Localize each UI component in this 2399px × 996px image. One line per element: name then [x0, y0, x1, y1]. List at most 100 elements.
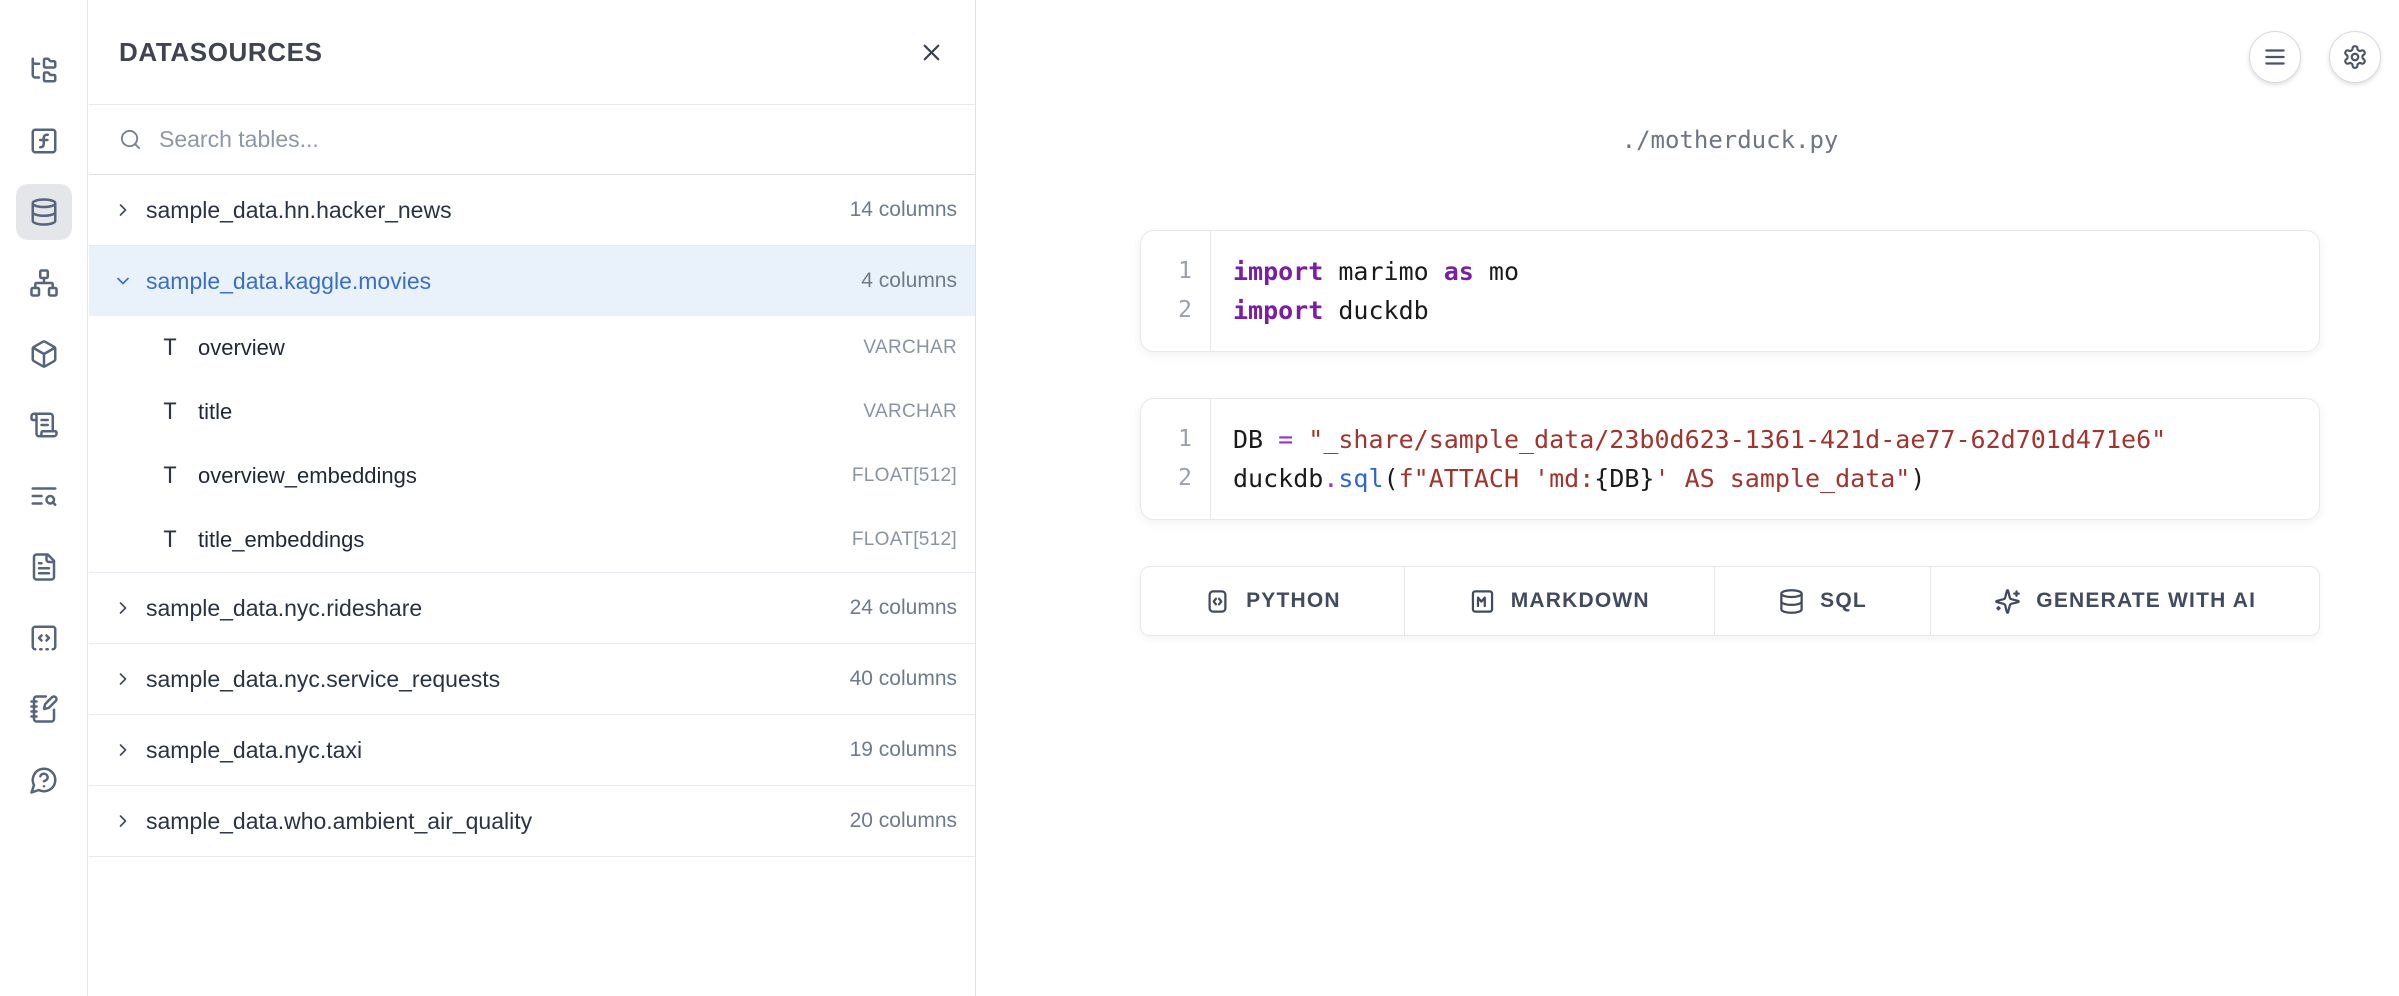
- table-name: sample_data.nyc.taxi: [146, 737, 837, 764]
- search-icon: [119, 128, 142, 151]
- column-name: title_embeddings: [198, 527, 835, 553]
- add-cell-button-label: MARKDOWN: [1511, 589, 1650, 613]
- notebook-filename: ./motherduck.py: [1140, 126, 2320, 154]
- close-icon[interactable]: [911, 32, 951, 72]
- column-type: VARCHAR: [863, 401, 957, 423]
- text-type-icon: T: [159, 400, 181, 425]
- code-line: DB = "_share/sample_data/23b0d623-1361-4…: [1233, 420, 2166, 459]
- line-number: 2: [1141, 291, 1192, 330]
- line-number: 2: [1141, 459, 1192, 498]
- table-row[interactable]: sample_data.nyc.taxi 19 columns: [89, 715, 975, 785]
- help-chat-icon[interactable]: [16, 752, 72, 808]
- chevron-right-icon: [113, 200, 133, 220]
- text-type-icon: T: [159, 336, 181, 361]
- column-type: VARCHAR: [863, 337, 957, 359]
- column-row[interactable]: Ttitle_embeddingsFLOAT[512]: [89, 508, 975, 572]
- column-row[interactable]: Ttitle VARCHAR: [89, 380, 975, 444]
- cell-gutter: 12: [1141, 399, 1211, 519]
- column-row[interactable]: Toverview VARCHAR: [89, 316, 975, 380]
- add-cell-button-label: GENERATE WITH AI: [2036, 589, 2256, 613]
- table-column-count: 14 columns: [850, 198, 957, 222]
- code-cell[interactable]: 12 DB = "_share/sample_data/23b0d623-1361…: [1140, 398, 2320, 520]
- python-code-icon: [1204, 588, 1231, 615]
- chevron-right-icon: [113, 598, 133, 618]
- sparkles-icon: [1994, 588, 2021, 615]
- markdown-icon: [1469, 588, 1496, 615]
- chevron-right-icon: [113, 811, 133, 831]
- cell-gutter: 12: [1141, 231, 1211, 351]
- table-name: sample_data.nyc.rideshare: [146, 595, 837, 622]
- menu-icon[interactable]: [2249, 31, 2301, 83]
- file-text-icon[interactable]: [16, 539, 72, 595]
- scroll-text-icon[interactable]: [16, 397, 72, 453]
- table-row[interactable]: sample_data.hn.hacker_news 14 columns: [89, 175, 975, 245]
- chevron-down-icon: [113, 271, 133, 291]
- scratchpad-icon[interactable]: [16, 681, 72, 737]
- add-cell-sql-button[interactable]: SQL: [1715, 567, 1932, 635]
- package-icon[interactable]: [16, 326, 72, 382]
- notebook-actions: [2249, 31, 2381, 83]
- table-name: sample_data.kaggle.movies: [146, 268, 848, 295]
- chevron-right-icon: [113, 598, 133, 618]
- chevron-right-icon: [113, 669, 133, 689]
- panel-title: DATASOURCES: [119, 37, 323, 68]
- table-row[interactable]: sample_data.nyc.service_requests 40 colum…: [89, 644, 975, 714]
- folder-tree-icon[interactable]: [16, 42, 72, 98]
- add-cell-generate-with-ai-button[interactable]: GENERATE WITH AI: [1931, 567, 2319, 635]
- code-line: duckdb.sql(f"ATTACH 'md:{DB}' AS sample_…: [1233, 459, 2166, 498]
- table-column-count: 24 columns: [850, 596, 957, 620]
- table-column-count: 4 columns: [861, 269, 957, 293]
- code-snippet-icon[interactable]: [16, 610, 72, 666]
- table-group: sample_data.hn.hacker_news 14 columns: [89, 175, 975, 246]
- line-number: 1: [1141, 420, 1192, 459]
- cell-code: import marimo as moimport duckdb: [1211, 231, 1529, 351]
- table-row[interactable]: sample_data.kaggle.movies 4 columns: [89, 246, 975, 316]
- column-type: FLOAT[512]: [852, 529, 957, 551]
- chevron-right-icon: [113, 811, 133, 831]
- table-column-count: 40 columns: [850, 667, 957, 691]
- table-group: sample_data.nyc.service_requests 40 colum…: [89, 644, 975, 715]
- function-square-icon[interactable]: [16, 113, 72, 169]
- column-name: overview_embeddings: [198, 463, 835, 489]
- chevron-down-icon: [113, 271, 133, 291]
- search-row: [89, 105, 975, 175]
- marimo-app: DATASOURCES sample_data.hn.hacker_news14…: [0, 0, 2399, 996]
- add-cell-python-button[interactable]: PYTHON: [1141, 567, 1405, 635]
- table-column-count: 20 columns: [850, 809, 957, 833]
- search-input[interactable]: [159, 126, 945, 153]
- code-line: import marimo as mo: [1233, 252, 1519, 291]
- table-group: sample_data.kaggle.movies 4 columns Toverv…: [89, 246, 975, 573]
- chevron-right-icon: [113, 740, 133, 760]
- table-group: sample_data.nyc.rideshare 24 columns: [89, 573, 975, 644]
- add-cell-bar: PYTHON MARKDOWN SQL GENERATE WITH AI: [1140, 566, 2320, 636]
- datasources-panel: DATASOURCES sample_data.hn.hacker_news 14…: [89, 0, 976, 996]
- table-name: sample_data.hn.hacker_news: [146, 197, 837, 224]
- list-search-icon[interactable]: [16, 468, 72, 524]
- table-column-count: 19 columns: [850, 738, 957, 762]
- dependency-graph-icon[interactable]: [16, 255, 72, 311]
- column-row[interactable]: Toverview_embeddings FLOAT[512]: [89, 444, 975, 508]
- database-icon[interactable]: [16, 184, 72, 240]
- chevron-right-icon: [113, 200, 133, 220]
- database-icon: [1778, 588, 1805, 615]
- cells: 12import marimo as moimport duckdb12DB =…: [1140, 230, 2320, 520]
- code-cell[interactable]: 12import marimo as moimport duckdb: [1140, 230, 2320, 352]
- settings-gear-icon[interactable]: [2329, 31, 2381, 83]
- tables-list: sample_data.hn.hacker_news14 columnssamp…: [89, 175, 975, 857]
- add-cell-markdown-button[interactable]: MARKDOWN: [1405, 567, 1715, 635]
- column-name: title: [198, 399, 846, 425]
- cell-code: DB = "_share/sample_data/23b0d623-1361-4…: [1211, 399, 2176, 519]
- table-name: sample_data.nyc.service_requests: [146, 666, 837, 693]
- table-name: sample_data.who.ambient_air_quality: [146, 808, 837, 835]
- line-number: 1: [1141, 252, 1192, 291]
- column-type: FLOAT[512]: [852, 465, 957, 487]
- panel-header: DATASOURCES: [89, 0, 975, 105]
- text-type-icon: T: [159, 464, 181, 489]
- notebook-content: ./motherduck.py 12import marimo as moimp…: [1140, 0, 2320, 636]
- table-row[interactable]: sample_data.nyc.rideshare 24 columns: [89, 573, 975, 643]
- column-name: overview: [198, 335, 846, 361]
- chevron-right-icon: [113, 669, 133, 689]
- chevron-right-icon: [113, 740, 133, 760]
- table-row[interactable]: sample_data.who.ambient_air_quality 20 co…: [89, 786, 975, 856]
- notebook-area: ./motherduck.py 12import marimo as moimp…: [977, 0, 2399, 996]
